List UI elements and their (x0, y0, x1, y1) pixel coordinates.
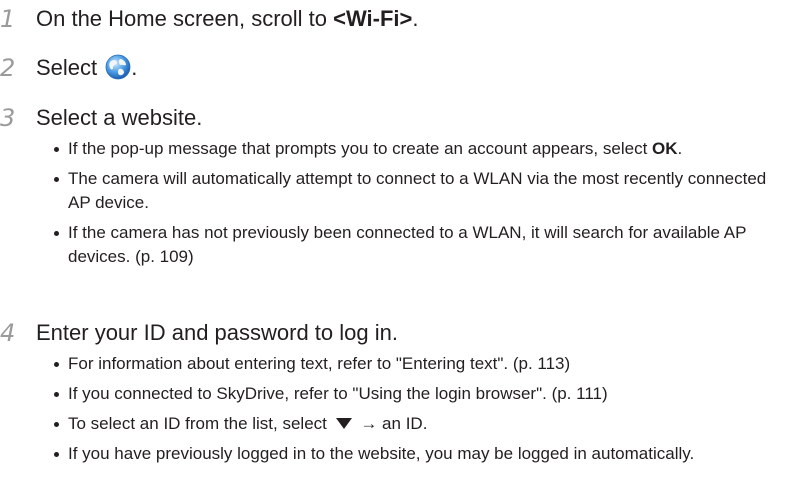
manual-page: 1 On the Home screen, scroll to <Wi-Fi>.… (0, 0, 791, 501)
step-text-main: On the Home screen, scroll to (36, 6, 334, 31)
ok-label: OK (652, 139, 678, 158)
step-text-main: Select (36, 55, 104, 80)
list-item: For information about entering text, ref… (52, 352, 787, 376)
list-item: To select an ID from the list, select → … (52, 412, 787, 436)
step-3-bullets: If the pop-up message that prompts you t… (52, 137, 787, 275)
list-item: If you connected to SkyDrive, refer to "… (52, 382, 787, 406)
list-item: If you have previously logged in to the … (52, 442, 787, 466)
step-number: 1 (0, 5, 16, 33)
list-item: If the camera has not previously been co… (52, 221, 787, 269)
step-number: 3 (0, 104, 16, 132)
list-item: The camera will automatically attempt to… (52, 167, 787, 215)
step-text: Select . (36, 53, 137, 83)
step-4-bullets: For information about entering text, ref… (52, 352, 787, 472)
step-number: 2 (0, 54, 16, 82)
list-item: If the pop-up message that prompts you t… (52, 137, 787, 161)
step-text-end: . (131, 55, 138, 80)
step-text-end: . (412, 6, 419, 31)
triangle-down-icon (335, 413, 353, 429)
step-number: 4 (0, 319, 16, 347)
globe-icon (105, 54, 131, 80)
wifi-menu-label: <Wi-Fi> (333, 6, 413, 31)
step-text: Select a website. (36, 105, 203, 130)
step-text: On the Home screen, scroll to <Wi-Fi>. (36, 4, 419, 34)
step-text: Enter your ID and password to log in. (36, 320, 398, 345)
